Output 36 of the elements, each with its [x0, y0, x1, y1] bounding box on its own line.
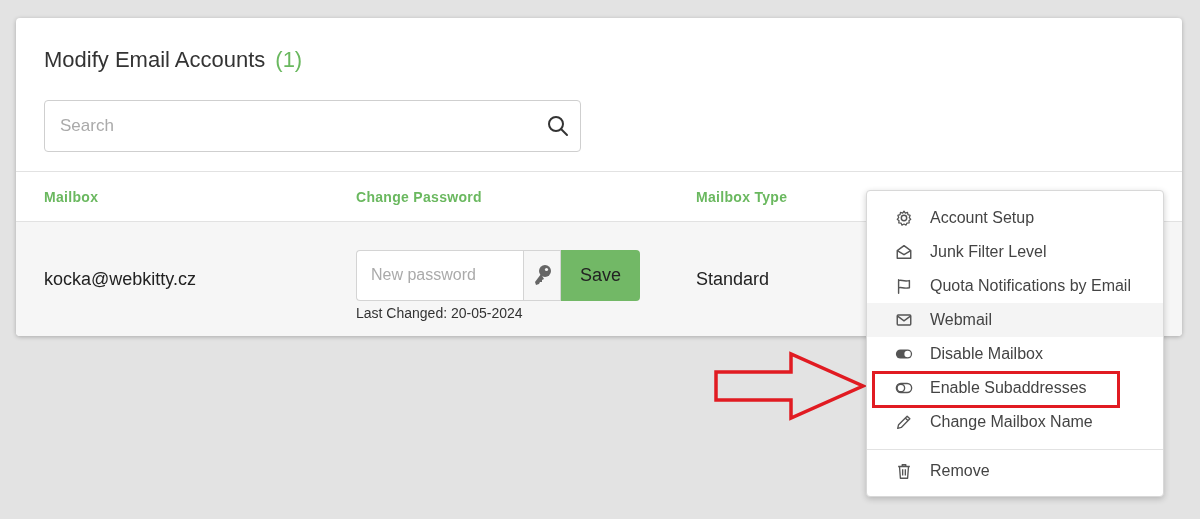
search-icon: [547, 115, 569, 137]
menu-item-label: Disable Mailbox: [930, 345, 1043, 363]
envelope-icon: [895, 311, 913, 329]
flag-icon: [895, 277, 913, 295]
menu-item[interactable]: Enable Subaddresses: [867, 371, 1163, 405]
column-header: Mailbox Type: [696, 188, 789, 205]
menu-item-label: Junk Filter Level: [930, 243, 1047, 261]
gear-icon: [895, 209, 913, 227]
key-button[interactable]: [523, 249, 561, 301]
panel-title: Modify Email Accounts: [44, 47, 266, 73]
menu-item-label: Remove: [930, 462, 990, 480]
trash-icon: [895, 462, 913, 480]
menu-item[interactable]: Junk Filter Level: [867, 235, 1163, 269]
menu-item[interactable]: Quota Notifications by Email: [867, 269, 1163, 303]
pencil-icon: [895, 413, 913, 431]
menu-item-label: Change Mailbox Name: [930, 413, 1093, 431]
menu-item-label: Quota Notifications by Email: [930, 277, 1131, 295]
search-field[interactable]: Search: [44, 100, 581, 152]
menu-item[interactable]: Disable Mailbox: [867, 337, 1163, 371]
password-field[interactable]: New password: [356, 249, 523, 301]
menu-item-label: Webmail: [930, 311, 992, 329]
column-header: Mailbox: [44, 188, 100, 205]
menu-item[interactable]: Webmail: [867, 303, 1163, 337]
menu-item[interactable]: Account Setup: [867, 201, 1163, 235]
column-header: Change Password: [356, 188, 483, 205]
menu-item-label: Account Setup: [930, 209, 1035, 227]
last-changed-text: Last Changed: 20-05-2024: [356, 304, 524, 321]
save-button[interactable]: Save: [561, 249, 640, 301]
menu-item-label: Enable Subaddresses: [930, 379, 1087, 397]
menu-item[interactable]: Remove: [867, 454, 1163, 488]
account-count: (1): [275, 47, 303, 73]
key-icon: [532, 264, 552, 286]
mailbox-type-cell: Standard: [696, 268, 770, 290]
open-envelope-icon: [895, 243, 913, 261]
mailbox-cell-text: kocka@webkitty.cz: [44, 268, 197, 290]
menu-item[interactable]: Change Mailbox Name: [867, 405, 1163, 439]
